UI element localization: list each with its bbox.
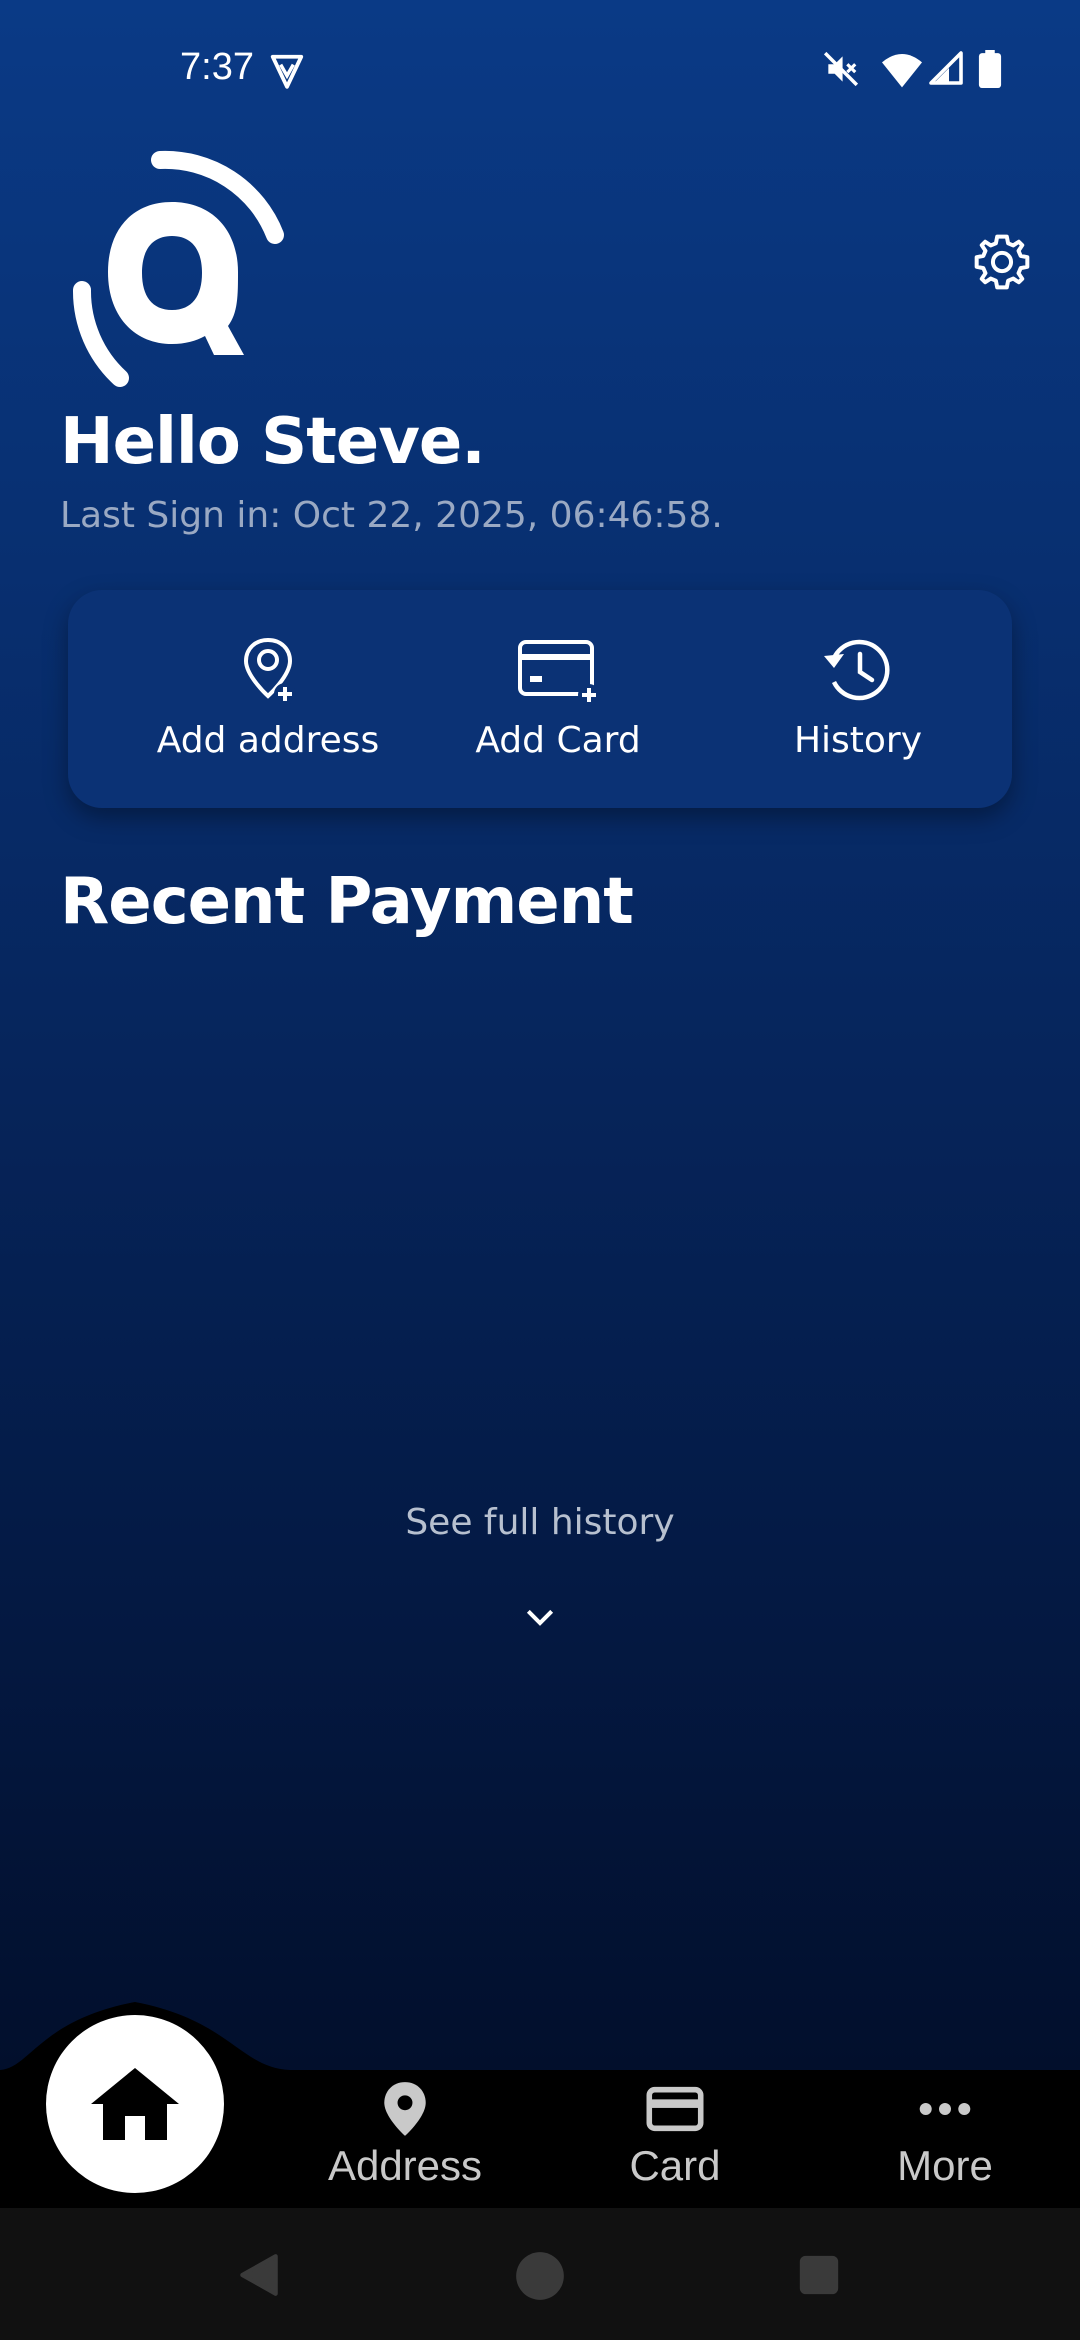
battery-icon [978,50,1002,88]
location-pin-icon [384,2082,426,2136]
nav-more[interactable]: More [835,2070,1055,2208]
history-icon [824,639,890,701]
home-nav-button[interactable] [46,2015,224,2193]
mute-icon [823,51,859,87]
nav-address[interactable]: Address [295,2070,515,2208]
nav-card-label: Card [629,2142,721,2189]
signal-icon [929,51,963,85]
add-card-button[interactable]: Add Card [458,590,658,808]
add-card-icon [518,640,600,706]
last-sign-in-text: Last Sign in: Oct 22, 2025, 06:46:58. [60,495,723,536]
quick-actions-card: Add address Add Card History [68,590,1012,808]
q-logo-icon [72,150,284,387]
status-bar: 7:37 [0,0,1080,140]
home-icon [91,2068,179,2140]
see-full-history-link[interactable]: See full history [0,1502,1080,1543]
nav-more-label: More [897,2142,993,2189]
gear-icon[interactable] [970,230,1034,294]
nav-address-label: Address [327,2142,483,2189]
recents-square-icon[interactable] [796,2252,842,2298]
history-label: History [793,720,923,761]
greeting-title: Hello Steve. [60,405,486,479]
more-dots-icon [919,2103,971,2115]
vpn-shield-icon [270,54,304,89]
chevron-down-icon[interactable] [520,1598,560,1638]
add-address-button[interactable]: Add address [138,590,398,808]
system-navigation-bar [0,2208,1080,2340]
status-time: 7:37 [180,46,254,88]
back-icon[interactable] [234,2250,284,2300]
card-icon [646,2086,704,2132]
add-card-label: Add Card [475,720,641,761]
history-button[interactable]: History [768,590,948,808]
recent-payment-title: Recent Payment [60,865,634,939]
add-address-label: Add address [156,720,380,761]
home-circle-icon[interactable] [514,2250,566,2302]
wifi-icon [882,54,922,88]
nav-card[interactable]: Card [565,2070,785,2208]
add-location-icon [243,637,296,705]
app-screen: 7:37 Hello Steve. Last Sign in: Oct 22, … [0,0,1080,2070]
